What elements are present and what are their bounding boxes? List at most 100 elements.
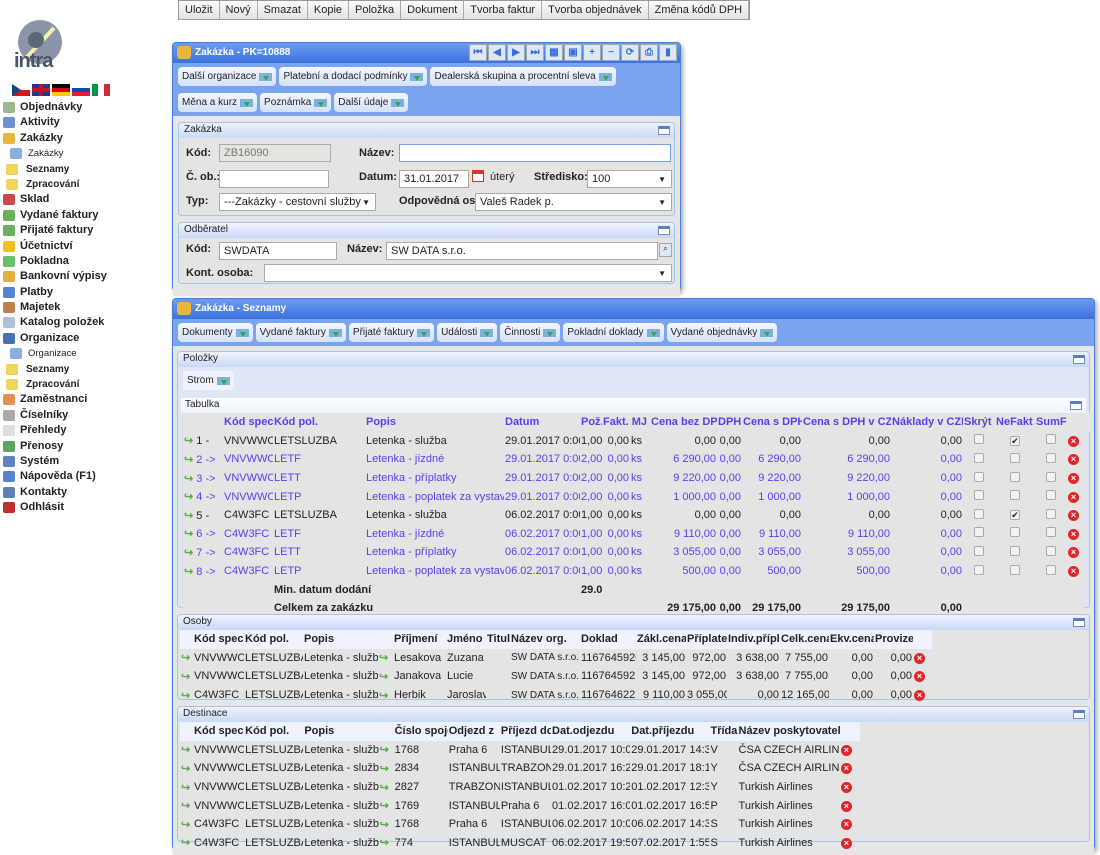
sidebar-item[interactable]: Organizace — [0, 346, 170, 361]
panel-collapse-icon[interactable] — [1070, 401, 1082, 410]
expand-arrow-icon[interactable]: ↪ — [378, 649, 393, 668]
tab-button[interactable]: Dealerská skupina a procentní sleva — [430, 67, 616, 86]
column-header[interactable]: Jméno — [446, 630, 486, 649]
nefakt-checkbox[interactable] — [1010, 471, 1021, 482]
column-header[interactable]: Kód pol. — [244, 630, 303, 649]
nefakt-checkbox[interactable] — [1010, 545, 1021, 556]
column-header[interactable]: Kód spec. — [193, 630, 244, 649]
toolbar-button-3[interactable]: Kopie — [307, 1, 350, 19]
sidebar-item[interactable]: Číselníky — [0, 408, 170, 423]
table-row[interactable]: ↪ VNVWWO LETSLUZBA Letenka - služba ↪ 1768 Pra… — [180, 741, 860, 760]
column-header[interactable]: Indiv.přípl. — [727, 630, 780, 649]
column-header[interactable]: Příplatek — [686, 630, 727, 649]
column-header[interactable]: Kód spec. — [223, 413, 273, 432]
strom-button[interactable]: Strom — [183, 371, 234, 390]
sidebar-item[interactable]: Nápověda (F1) — [0, 469, 170, 484]
column-header[interactable]: Datum — [504, 413, 580, 432]
sumfakt-checkbox[interactable] — [1046, 471, 1057, 482]
delete-icon[interactable]: × — [1068, 454, 1080, 466]
sidebar-item[interactable]: Katalog položek — [0, 315, 170, 330]
sidebar-item[interactable]: Seznamy — [0, 162, 170, 177]
delete-icon[interactable]: × — [840, 763, 852, 775]
tab-button[interactable]: Další organizace — [178, 67, 277, 86]
sidebar-item[interactable]: Účetnictví — [0, 239, 170, 254]
column-header[interactable]: Kód pol. — [273, 413, 365, 432]
table-row[interactable]: ↪ 8 -> C4W3FC LETP Letenka - poplatek za vy… — [183, 562, 1091, 581]
column-header[interactable]: Cena bez DPH — [650, 413, 717, 432]
column-header[interactable]: Dat.příjezdu — [630, 722, 709, 741]
column-header[interactable] — [180, 630, 193, 649]
column-header[interactable]: Popis — [365, 413, 504, 432]
expand-arrow-icon[interactable]: ↪ — [184, 473, 196, 485]
kod-field[interactable]: ZB16090 — [219, 144, 331, 162]
expand-arrow-icon[interactable]: ↪ — [379, 834, 394, 853]
column-header[interactable]: Celk.cena — [780, 630, 829, 649]
sumfakt-checkbox[interactable] — [1046, 508, 1057, 519]
column-header[interactable] — [180, 722, 193, 741]
kont-osoba-select[interactable] — [264, 264, 672, 282]
delete-icon[interactable]: × — [1068, 435, 1080, 447]
expand-arrow-icon[interactable]: ↪ — [184, 510, 196, 522]
delete-icon[interactable]: × — [840, 837, 852, 849]
column-header[interactable]: Pož. — [580, 413, 602, 432]
tab-button[interactable]: Přijaté faktury — [348, 323, 435, 342]
table-row[interactable]: ↪ 5 - C4W3FC LETSLUZBA Letenka - služba 06.0… — [183, 506, 1091, 525]
column-header[interactable]: Ekv.cena — [829, 630, 874, 649]
tab-button[interactable]: Poznámka — [260, 93, 332, 112]
flag-de-icon[interactable] — [52, 84, 70, 96]
nefakt-checkbox[interactable] — [1010, 452, 1021, 463]
expand-arrow-icon[interactable]: ↪ — [184, 454, 196, 466]
skryt-checkbox[interactable] — [974, 434, 985, 445]
sidebar-item[interactable]: Přenosy — [0, 439, 170, 454]
tab-button[interactable]: Pokladní doklady — [563, 323, 664, 342]
delete-icon[interactable]: × — [1068, 491, 1080, 503]
delete-icon[interactable]: × — [914, 690, 925, 702]
sumfakt-checkbox[interactable] — [1046, 434, 1057, 445]
sidebar-item[interactable]: Majetek — [0, 300, 170, 315]
table-row[interactable]: ↪ C4W3FC LETSLUZBA Letenka - služba ↪ Herbik J… — [180, 686, 932, 705]
column-header[interactable]: Fakt. MJ — [602, 413, 650, 432]
calendar-icon[interactable] — [472, 170, 484, 182]
expand-arrow-icon[interactable]: ↪ — [184, 435, 196, 447]
column-header[interactable]: Název org. — [510, 630, 580, 649]
prev-icon[interactable]: ◀ — [488, 44, 506, 61]
table-row[interactable]: ↪ VNVWWO LETSLUZBA Letenka - služba ↪ 2827 TRA… — [180, 778, 860, 797]
tab-button[interactable]: Činnosti — [500, 323, 561, 342]
column-header[interactable] — [1067, 413, 1091, 432]
sidebar-item[interactable]: Přehledy — [0, 423, 170, 438]
expand-arrow-icon[interactable]: ↪ — [180, 686, 193, 705]
expand-arrow-icon[interactable]: ↪ — [184, 528, 196, 540]
remove-icon[interactable]: − — [602, 44, 620, 61]
column-header[interactable]: Skrýt — [963, 413, 995, 432]
odberatel-kod-field[interactable]: SWDATA — [219, 242, 337, 260]
expand-arrow-icon[interactable]: ↪ — [379, 796, 394, 815]
column-header[interactable]: Příjezd do — [500, 722, 551, 741]
nefakt-checkbox[interactable] — [1010, 490, 1021, 501]
flag-uk-icon[interactable] — [32, 84, 50, 96]
expand-arrow-icon[interactable]: ↪ — [379, 778, 394, 797]
sidebar-item[interactable]: Vydané faktury — [0, 208, 170, 223]
sidebar-item[interactable]: Zakázky — [0, 146, 170, 161]
column-header[interactable]: Náklady v CZK — [891, 413, 963, 432]
column-header[interactable] — [378, 630, 393, 649]
expand-arrow-icon[interactable]: ↪ — [180, 759, 193, 778]
column-header[interactable]: Odjezd z — [448, 722, 500, 741]
sumfakt-checkbox[interactable] — [1046, 452, 1057, 463]
sumfakt-checkbox[interactable] — [1046, 527, 1057, 538]
skryt-checkbox[interactable] — [974, 527, 985, 538]
column-header[interactable]: Doklad — [580, 630, 636, 649]
skryt-checkbox[interactable] — [974, 452, 985, 463]
sidebar-item[interactable]: Kontakty — [0, 485, 170, 500]
toolbar-button-5[interactable]: Dokument — [401, 1, 465, 19]
delete-icon[interactable]: × — [1068, 566, 1080, 578]
cob-field[interactable] — [219, 170, 329, 188]
tab-button[interactable]: Platební a dodací podmínky — [279, 67, 428, 86]
nefakt-checkbox[interactable]: ✔ — [1010, 510, 1021, 521]
expand-arrow-icon[interactable]: ↪ — [180, 834, 193, 853]
expand-arrow-icon[interactable]: ↪ — [184, 566, 196, 578]
sidebar-item[interactable]: Bankovní výpisy — [0, 269, 170, 284]
expand-arrow-icon[interactable]: ↪ — [180, 778, 193, 797]
tab-button[interactable]: Dokumenty — [178, 323, 253, 342]
expand-arrow-icon[interactable]: ↪ — [184, 547, 196, 559]
tab-button[interactable]: Události — [437, 323, 498, 342]
